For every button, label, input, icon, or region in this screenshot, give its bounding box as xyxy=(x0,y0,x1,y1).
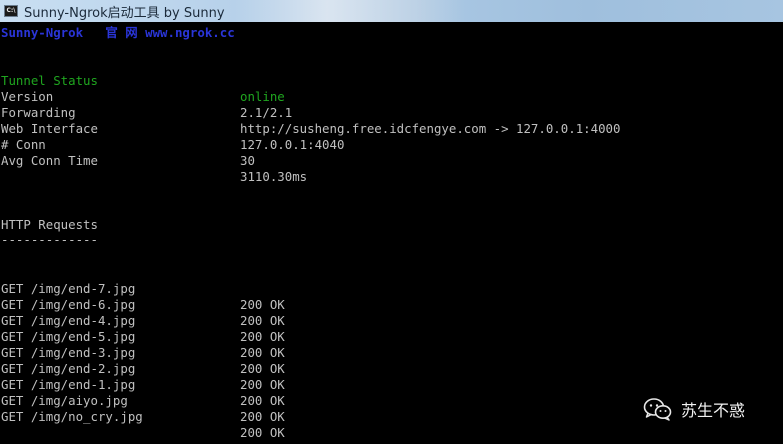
console-app-icon[interactable]: C:\ xyxy=(4,5,18,17)
http-requests-heading: HTTP Requests xyxy=(1,217,98,232)
window-titlebar[interactable]: C:\ Sunny-Ngrok启动工具 by Sunny xyxy=(0,0,783,22)
watermark: 苏生不惑 xyxy=(643,395,745,423)
request-path: GET /img/no_cry.jpg xyxy=(1,409,143,424)
request-status: 200 OK xyxy=(240,425,285,440)
request-row: GET /img/no_cry.jpg 200 OK xyxy=(1,393,285,444)
brand-line: Sunny-Ngrok 官 网 www.ngrok.cc xyxy=(1,25,235,40)
http-requests-divider: ------------- xyxy=(1,232,98,247)
wechat-icon xyxy=(643,398,672,421)
request-status: 200 OK xyxy=(240,361,285,376)
titlebar-blur-overlay xyxy=(235,0,465,22)
window-title: Sunny-Ngrok启动工具 by Sunny xyxy=(24,5,225,21)
status-value-online: online xyxy=(240,89,285,104)
console-output: Sunny-Ngrok 官 网 www.ngrok.cc Tunnel Stat… xyxy=(0,22,783,444)
status-label: Avg Conn Time xyxy=(1,153,98,168)
request-status: 200 OK xyxy=(240,393,285,408)
request-status: 200 OK xyxy=(240,377,285,392)
status-value: 2.1/2.1 xyxy=(240,105,293,120)
request-status: 200 OK xyxy=(240,329,285,344)
request-status: 200 OK xyxy=(240,345,285,360)
watermark-text: 苏生不惑 xyxy=(681,401,746,420)
status-row-avg-conn-time: Avg Conn Time 3110.30ms xyxy=(1,137,307,201)
request-status: 200 OK xyxy=(240,409,285,424)
request-status: 200 OK xyxy=(240,297,285,312)
status-value: 30 xyxy=(240,153,255,168)
status-value: 3110.30ms xyxy=(240,169,308,184)
request-status: 200 OK xyxy=(240,313,285,328)
status-value: http://susheng.free.idcfengye.com -> 127… xyxy=(240,121,621,136)
status-value: 127.0.0.1:4040 xyxy=(240,137,345,152)
console-app-icon-text: C:\ xyxy=(6,7,16,14)
